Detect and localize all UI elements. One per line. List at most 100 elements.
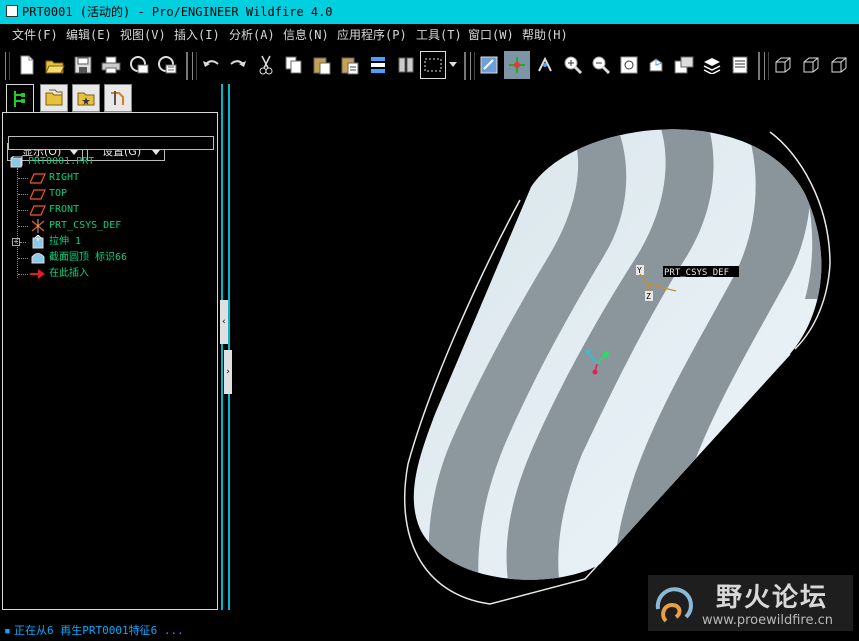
copy-icon[interactable] [281, 51, 307, 79]
menu-window[interactable]: 窗口(W) [468, 24, 514, 46]
new-file-icon[interactable] [14, 51, 40, 79]
menu-applications[interactable]: 应用程序(P) [337, 24, 407, 46]
email-attach-icon[interactable] [154, 51, 180, 79]
status-message: 正在从6 再生PRT0001特征6 ... [14, 624, 184, 637]
csys-label: PRT_CSYS_DEF [664, 268, 729, 278]
tree-connector [18, 258, 28, 259]
tree-item-label: PRT_CSYS_DEF [49, 220, 122, 231]
layers-icon[interactable] [699, 51, 725, 79]
refit-icon[interactable] [616, 51, 642, 79]
tree-item-label: 拉伸 1 [49, 236, 82, 247]
reorient-icon[interactable] [643, 51, 669, 79]
paste-icon[interactable] [309, 51, 335, 79]
hidden-line-icon[interactable] [798, 51, 824, 79]
splitter-line [221, 84, 223, 610]
toolbar-grip[interactable] [470, 52, 475, 80]
email-icon[interactable] [126, 51, 152, 79]
extrude-icon [32, 235, 44, 249]
collapse-left-button[interactable]: ‹ [220, 300, 228, 344]
connections-tab[interactable] [104, 84, 132, 112]
tree-item-label: FRONT [49, 204, 80, 215]
menu-file[interactable]: 文件(F) [12, 24, 58, 46]
select-box-icon[interactable] [420, 51, 446, 79]
menu-info[interactable]: 信息(N) [283, 24, 329, 46]
menu-view[interactable]: 视图(V) [120, 24, 166, 46]
section-dome-icon [31, 253, 45, 264]
regenerate-icon[interactable] [365, 51, 391, 79]
orient-icon[interactable] [532, 51, 558, 79]
forum-url: www.proewildfire.cn [702, 613, 833, 628]
tree-item-label: 截面圆顶 标识66 [49, 252, 128, 263]
tree-connector [18, 274, 28, 275]
open-file-icon[interactable] [42, 51, 68, 79]
paste-special-icon[interactable] [337, 51, 363, 79]
menu-tools[interactable]: 工具(T) [416, 24, 462, 46]
model-tree-frame: 显示(O) 设置(G) [2, 112, 218, 610]
tree-connector [18, 210, 28, 211]
shaded-model[interactable] [380, 84, 859, 620]
tree-item-label: RIGHT [49, 172, 80, 183]
spin-center-icon[interactable] [504, 51, 530, 79]
datum-plane-icon [30, 173, 46, 184]
insert-here-arrow-icon [30, 269, 45, 279]
csys-y-label: Y [637, 266, 642, 275]
tools-icon [111, 91, 124, 105]
no-hidden-icon[interactable] [826, 51, 852, 79]
navigator-panel: 显示(O) 设置(G) PRT0001.PRT RIGHT TOP FRONT … [2, 84, 218, 610]
tree-connector [20, 242, 26, 243]
menu-bar: 文件(F) 编辑(E) 视图(V) 插入(I) 分析(A) 信息(N) 应用程序… [0, 24, 859, 46]
csys-z-label: Z [646, 292, 651, 301]
chevron-down-icon[interactable] [447, 51, 459, 79]
toolbar-separator [758, 52, 760, 80]
wireframe-icon[interactable] [770, 51, 796, 79]
main-toolbar [0, 48, 859, 84]
repaint-icon[interactable] [476, 51, 502, 79]
toolbar-grip[interactable] [5, 52, 10, 80]
zoom-out-icon[interactable] [588, 51, 614, 79]
zoom-in-icon[interactable] [560, 51, 586, 79]
datum-plane-icon [30, 189, 46, 200]
manager-icon[interactable] [393, 51, 419, 79]
tree-connector [17, 168, 18, 278]
forum-watermark: 野火论坛 www.proewildfire.cn [648, 575, 853, 631]
chevron-down-icon [152, 150, 160, 155]
toolbar-grip[interactable] [192, 52, 197, 80]
saved-views-icon[interactable] [671, 51, 697, 79]
tree-connector [18, 194, 28, 195]
bullet-icon: ▪ [4, 624, 11, 637]
tree-item-label: TOP [49, 188, 68, 199]
forum-logo-icon [655, 587, 693, 623]
save-icon[interactable] [70, 51, 96, 79]
view-manager-icon[interactable] [727, 51, 753, 79]
menu-insert[interactable]: 插入(I) [174, 24, 220, 46]
model-tree-icon [14, 90, 25, 107]
title-bar: PRT0001 (活动的) - Pro/ENGINEER Wildfire 4.… [0, 0, 859, 24]
window-icon [6, 5, 18, 17]
menu-help[interactable]: 帮助(H) [522, 24, 568, 46]
undo-icon[interactable] [198, 51, 224, 79]
graphics-viewport[interactable]: Y PRT_CSYS_DEF Z [230, 84, 859, 620]
print-icon[interactable] [98, 51, 124, 79]
part-icon [10, 156, 23, 168]
folder-icon [45, 89, 63, 106]
tree-root-label: PRT0001.PRT [28, 156, 95, 167]
model-tree-tab[interactable] [6, 84, 34, 112]
expand-icon[interactable]: + [12, 238, 20, 246]
toolbar-separator [464, 52, 466, 80]
message-area: ▪ 正在从6 再生PRT0001特征6 ... [0, 620, 600, 641]
tree-filter-input[interactable] [8, 136, 214, 150]
menu-analysis[interactable]: 分析(A) [229, 24, 275, 46]
tree-item-label: 在此插入 [49, 268, 89, 279]
favorites-tab[interactable] [72, 84, 100, 112]
tree-connector [18, 178, 28, 179]
toolbar-separator [186, 52, 188, 80]
toolbar-grip[interactable] [764, 52, 769, 80]
window-title: PRT0001 (活动的) - Pro/ENGINEER Wildfire 4.… [22, 5, 333, 19]
forum-title: 野火论坛 [716, 583, 829, 613]
redo-icon[interactable] [225, 51, 251, 79]
menu-edit[interactable]: 编辑(E) [66, 24, 112, 46]
tree-connector [18, 226, 28, 227]
folder-browser-tab[interactable] [40, 84, 68, 112]
cut-icon[interactable] [253, 51, 279, 79]
csys-icon [31, 219, 45, 233]
